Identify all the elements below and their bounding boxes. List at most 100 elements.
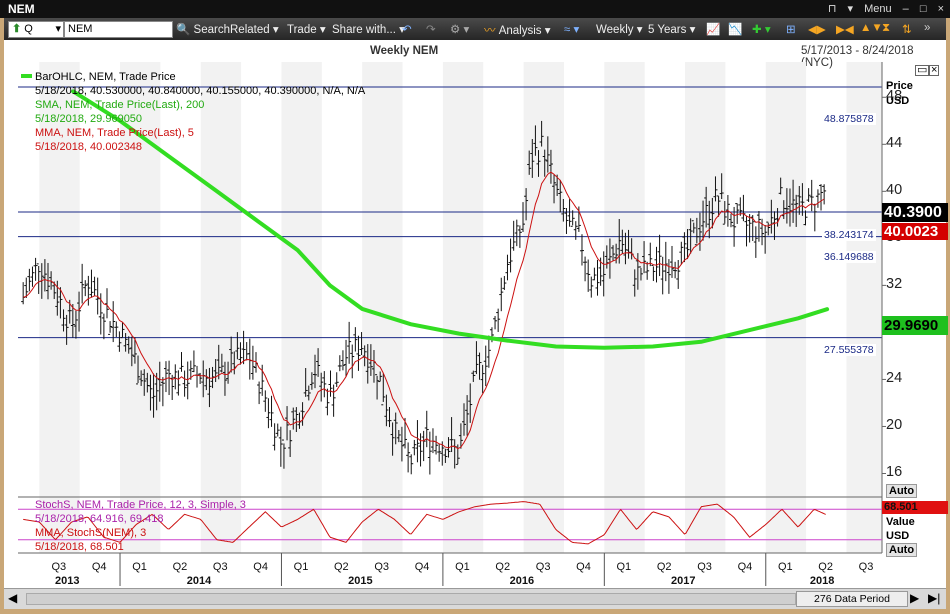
draw-icon[interactable]: ✚ ▾ (752, 22, 771, 36)
level-label: 27.555378 (822, 344, 876, 356)
toolbar: ⬆ Q ▾ NEM 🔍 Search Related ▾ Trade ▾ Sha… (4, 18, 946, 40)
data-period-thumb[interactable]: 276 Data Period (796, 591, 908, 607)
quarter-band (765, 62, 807, 553)
value-auto-button[interactable]: Auto (886, 543, 918, 557)
value-axis-unit: USD (886, 530, 910, 542)
minimize-icon[interactable]: – (903, 3, 909, 15)
scroll-left-icon[interactable]: ◀ (8, 591, 17, 605)
symbol-input[interactable]: NEM (64, 21, 173, 38)
analysis-icon: 〰 (484, 25, 496, 37)
y-tick-label: 48 (886, 88, 903, 105)
search-label: Search (193, 24, 230, 36)
analysis-label: Analysis (498, 25, 542, 37)
related-label: Related (230, 24, 270, 36)
security-type-select[interactable]: ⬆ Q ▾ (8, 21, 64, 38)
quarter-band (442, 62, 484, 553)
quarter-band (200, 62, 242, 553)
legend-bar-values: 5/18/2018, 40.530000, 40.840000, 40.1550… (35, 85, 366, 97)
close-panel-icon[interactable]: × (929, 65, 940, 76)
maximize-icon[interactable]: □ (920, 3, 927, 15)
scroll-icon[interactable]: ◀▶ (808, 22, 826, 36)
stoch-value-badge: 68.501 (882, 501, 948, 514)
y-tick-label: 20 (886, 417, 903, 434)
share-label: Share with... (332, 24, 396, 36)
legend-stoch-title: StochS, NEM, Trade Price, 12, 3, Simple,… (35, 499, 246, 511)
legend-mma-value: 5/18/2018, 40.002348 (35, 141, 143, 153)
zoom-icon[interactable]: ▶◀ (836, 22, 854, 36)
x-quarter-label: Q2 (818, 561, 833, 573)
quarter-band (523, 62, 564, 553)
level-label: 38.243174 (822, 229, 876, 241)
restore-panel-icon[interactable]: ▭ (915, 65, 930, 76)
share-button[interactable]: Share with... ▾ (332, 22, 405, 36)
legend-mma-title: MMA, NEM, Trade Price(Last), 5 (35, 127, 194, 139)
fit-icon[interactable]: ⧗ (882, 22, 890, 35)
x-quarter-label: Q1 (455, 561, 470, 573)
analysis-button[interactable]: 〰 Analysis ▾ (484, 22, 551, 38)
search-button[interactable]: 🔍 Search (176, 22, 230, 36)
close-icon[interactable]: × (938, 3, 944, 15)
tools-icon[interactable]: ⚙ ▾ (450, 22, 469, 36)
legend-stoch-mma-value: 5/18/2018, 68.501 (35, 541, 124, 553)
chevron-down-icon: ▾ (55, 23, 61, 35)
range-select[interactable]: 5 Years ▾ (648, 22, 695, 36)
window-controls: ⊓ ▾ Menu – □ × (820, 2, 944, 15)
quarter-band (685, 62, 726, 553)
x-year-label: 2014 (186, 575, 212, 587)
dropdown-icon[interactable]: ▾ (847, 3, 853, 15)
x-year-label: 2016 (509, 575, 535, 587)
last-price-badge: 40.3900 (882, 203, 948, 222)
x-quarter-label: Q4 (253, 561, 268, 573)
price-auto-button[interactable]: Auto (886, 484, 918, 498)
related-button[interactable]: Related ▾ (230, 22, 279, 36)
y-tick-label: 24 (886, 370, 903, 387)
frequency-label: Weekly (596, 24, 634, 36)
reset-icon[interactable]: ⇅ (902, 22, 912, 36)
x-quarter-label: Q4 (737, 561, 753, 573)
scroll-track[interactable] (26, 593, 796, 605)
value-axis-title: Value (886, 516, 915, 528)
legend-stoch-value: 5/18/2018, 64.916, 69.418 (35, 513, 164, 525)
more-icon[interactable]: » (924, 22, 930, 34)
x-quarter-label: Q3 (697, 561, 712, 573)
scroll-end-icon[interactable]: ▶| (928, 591, 940, 605)
search-icon: 🔍 (176, 24, 191, 36)
compare-icon[interactable]: 📉 (728, 22, 742, 36)
y-tick-label: 32 (886, 276, 903, 293)
menu-button[interactable]: Menu (864, 3, 892, 15)
chart-type-icon[interactable]: 📈 (706, 22, 720, 36)
scroll-right-icon[interactable]: ▶ (910, 591, 919, 605)
security-type-label: Q (24, 23, 33, 35)
legend-stoch-mma-title: MMA, StochS(NEM), 3 (35, 527, 147, 539)
level-label: 48.875878 (822, 113, 876, 125)
pin-icon[interactable]: ⊓ (828, 3, 837, 15)
y-tick-label: 40 (886, 182, 903, 199)
x-year-label: 2015 (348, 575, 373, 587)
x-quarter-label: Q3 (374, 561, 390, 573)
quarter-band (846, 62, 882, 553)
x-quarter-label: Q1 (132, 561, 147, 573)
y-tick-label: 16 (886, 464, 903, 481)
redo-icon[interactable]: ↷ (426, 22, 436, 36)
window-title: NEM (8, 2, 35, 16)
stretch-icon[interactable]: ▲▼ (860, 22, 883, 34)
level-label: 36.149688 (822, 251, 876, 263)
window-title-bar: NEM ⊓ ▾ Menu – □ × (0, 0, 950, 18)
wave-icon[interactable]: ≈ ▾ (564, 22, 579, 36)
x-quarter-label: Q1 (293, 561, 309, 573)
x-quarter-label: Q3 (212, 561, 228, 573)
x-quarter-label: Q4 (414, 561, 430, 573)
add-study-icon[interactable]: ⊞ (786, 22, 796, 36)
x-quarter-label: Q2 (334, 561, 349, 573)
frequency-select[interactable]: Weekly ▾ (596, 22, 642, 36)
x-quarter-label: Q2 (656, 561, 672, 573)
x-quarter-label: Q4 (576, 561, 591, 573)
x-quarter-label: Q1 (777, 561, 793, 573)
x-quarter-label: Q1 (616, 561, 632, 573)
mma-price-badge: 40.0023 (882, 223, 948, 240)
horizontal-scrollbar[interactable]: ◀ 276 Data Period ▶ ▶| (4, 588, 946, 609)
legend-bar-title: BarOHLC, NEM, Trade Price (35, 71, 176, 83)
undo-icon[interactable]: ↶ (402, 22, 412, 36)
trade-button[interactable]: Trade ▾ (287, 22, 326, 36)
x-quarter-label: Q4 (91, 561, 107, 573)
